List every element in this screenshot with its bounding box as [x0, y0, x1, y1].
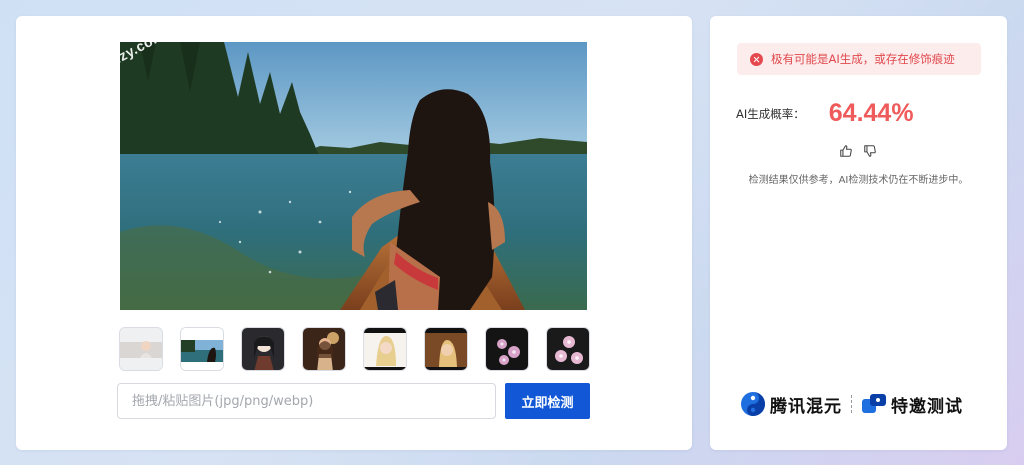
invite-test-icon	[862, 394, 886, 413]
brand-divider	[851, 395, 852, 413]
upload-input[interactable]	[117, 383, 496, 419]
thumbs-down-icon[interactable]	[863, 144, 877, 158]
alert-text: 极有可能是AI生成，或存在修饰痕迹	[771, 52, 955, 66]
brand-footer: 腾讯混元 特邀测试	[740, 391, 963, 417]
probability-row: AI生成概率： 64.44%	[736, 99, 914, 128]
hunyuan-logo-icon	[741, 392, 765, 416]
probability-label: AI生成概率：	[736, 106, 805, 121]
feedback-buttons	[839, 144, 877, 158]
disclaimer-text: 检测结果仅供参考，AI检测技术仍在不断进步中。	[748, 175, 969, 186]
image-panel: izy.com 立即检测	[16, 16, 692, 450]
probability-value: 64.44%	[828, 99, 914, 127]
preview-image: izy.com	[120, 42, 587, 310]
preview-image-scene	[120, 42, 587, 310]
thumb-pink-flowers[interactable]	[485, 327, 529, 371]
detect-button[interactable]: 立即检测	[505, 383, 590, 419]
thumb-pink-flowers-2[interactable]	[546, 327, 590, 371]
thumbs-up-icon[interactable]	[839, 144, 853, 158]
brand-tag: 特邀测试	[891, 396, 963, 417]
result-alert: 极有可能是AI生成，或存在修饰痕迹	[737, 43, 981, 75]
brand-name: 腾讯混元	[770, 396, 842, 417]
thumb-anime-girl[interactable]	[241, 327, 285, 371]
thumb-blonde-warm[interactable]	[424, 327, 468, 371]
thumb-lake-canoe[interactable]	[180, 327, 224, 371]
thumb-woman-warm-light[interactable]	[302, 327, 346, 371]
thumb-portrait-woman[interactable]	[119, 327, 163, 371]
sample-thumbnails	[119, 327, 591, 372]
thumb-blonde-portrait[interactable]	[363, 327, 407, 371]
result-panel: 极有可能是AI生成，或存在修饰痕迹 AI生成概率： 64.44% 检测结果仅供参…	[710, 16, 1007, 450]
error-circle-icon	[750, 52, 763, 66]
